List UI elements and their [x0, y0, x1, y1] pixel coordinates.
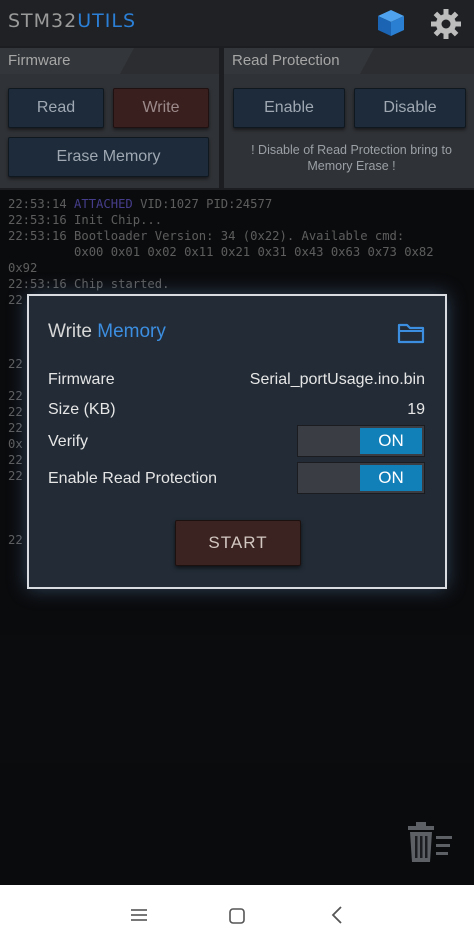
trash-icon[interactable] [404, 820, 454, 864]
write-memory-dialog: Write Memory Firmware Serial_portUsage.i… [27, 294, 447, 589]
read-protection-panel-label: Read Protection [224, 48, 374, 74]
dialog-title: Write Memory [48, 321, 166, 343]
dialog-title-word1: Write [48, 321, 92, 342]
size-label: Size (KB) [48, 401, 116, 418]
gear-icon[interactable] [430, 8, 462, 40]
cube-icon[interactable] [376, 8, 406, 38]
read-protection-label: Enable Read Protection [48, 470, 217, 487]
app-title-part2: UTILS [77, 10, 137, 32]
warning-line-1: ! Disable of Read Protection bring to [251, 143, 452, 157]
home-icon[interactable] [228, 907, 246, 925]
app-title-part1: STM32 [8, 10, 78, 32]
enable-protection-button[interactable]: Enable [233, 88, 345, 128]
read-button[interactable]: Read [8, 88, 104, 128]
verify-toggle-state: ON [360, 428, 422, 454]
system-nav-bar [0, 885, 474, 948]
firmware-label: Firmware [48, 371, 115, 388]
disable-protection-button[interactable]: Disable [354, 88, 466, 128]
app-header: STM32UTILS [0, 0, 474, 46]
write-button[interactable]: Write [113, 88, 209, 128]
size-value: 19 [407, 401, 425, 418]
warning-line-2: Memory Erase ! [307, 159, 396, 173]
menu-icon[interactable] [130, 907, 148, 923]
firmware-panel-label: Firmware [0, 48, 134, 74]
read-protection-toggle[interactable]: ON [297, 462, 425, 494]
read-protection-toggle-state: ON [360, 465, 422, 491]
verify-toggle[interactable]: ON [297, 425, 425, 457]
start-button[interactable]: START [175, 520, 301, 566]
erase-memory-button[interactable]: Erase Memory [8, 137, 209, 177]
verify-label: Verify [48, 433, 89, 450]
firmware-value: Serial_portUsage.ino.bin [249, 371, 425, 388]
app-title: STM32UTILS [8, 10, 136, 32]
dialog-title-word2: Memory [97, 321, 166, 342]
back-icon[interactable] [330, 905, 344, 925]
read-protection-panel: Read Protection Enable Disable ! Disable… [224, 48, 474, 188]
folder-icon[interactable] [397, 321, 425, 345]
firmware-panel: Firmware Read Write Erase Memory [0, 48, 219, 188]
protection-warning-note: ! Disable of Read Protection bring to Me… [234, 142, 469, 174]
